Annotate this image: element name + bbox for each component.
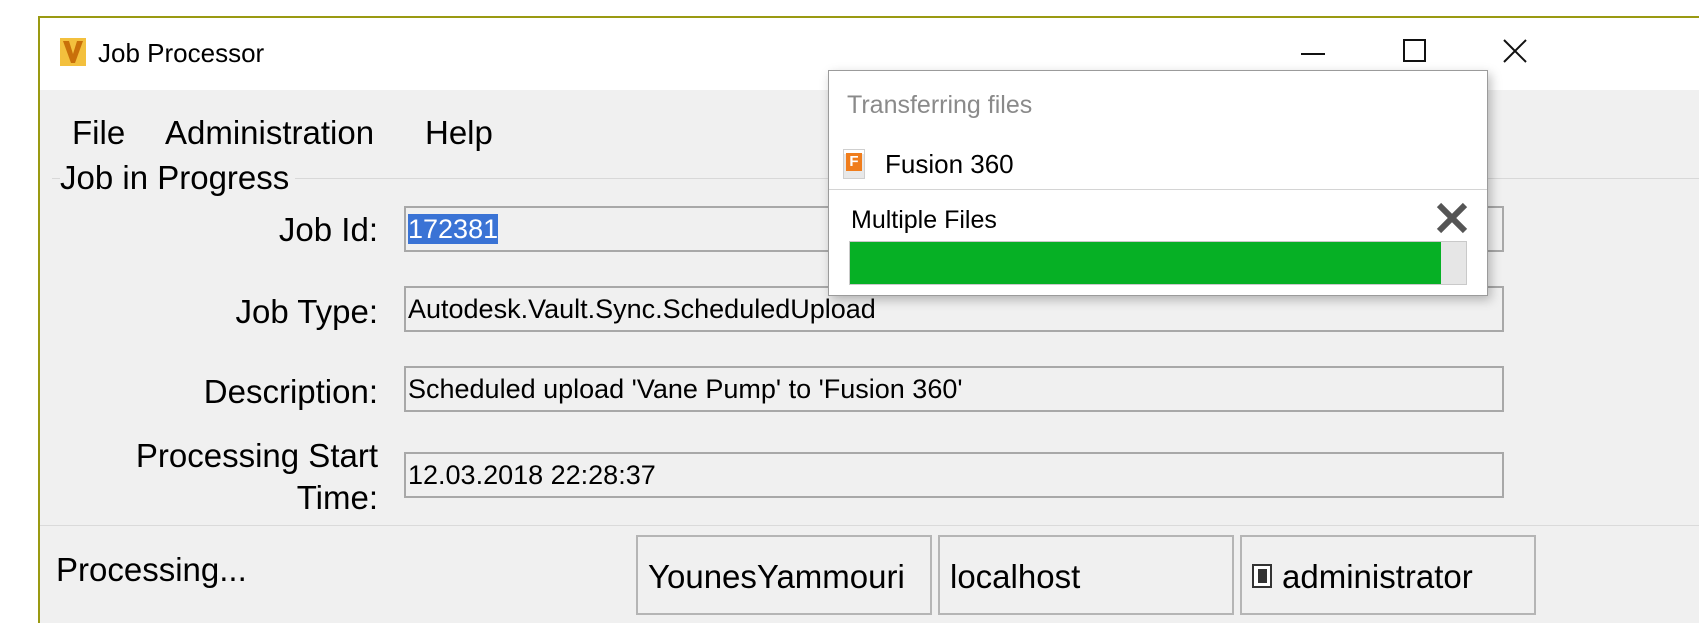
transfer-progress-bar xyxy=(849,241,1467,285)
processing-start-field[interactable]: 12.03.2018 22:28:37 xyxy=(404,452,1504,498)
job-id-value: 172381 xyxy=(408,214,499,244)
transfer-progress-fill xyxy=(850,242,1442,284)
close-icon xyxy=(1503,39,1527,63)
status-account-panel: administrator xyxy=(1240,535,1536,615)
menu-administration[interactable]: Administration xyxy=(165,114,374,152)
status-user: YounesYammouri xyxy=(648,558,905,595)
popup-divider xyxy=(829,189,1487,190)
transfer-popup: Transferring files F Fusion 360 Multiple… xyxy=(828,70,1488,296)
vault-app-icon xyxy=(60,38,86,66)
window-title: Job Processor xyxy=(98,38,265,68)
fusion-360-icon: F xyxy=(843,149,865,179)
status-user-panel: YounesYammouri xyxy=(636,535,932,615)
job-type-label: Job Type: xyxy=(235,293,379,330)
processing-start-label-line2: Time: xyxy=(296,479,378,516)
status-text: Processing... xyxy=(56,551,247,588)
cancel-transfer-button[interactable] xyxy=(1435,201,1469,235)
status-host-panel: localhost xyxy=(938,535,1234,615)
maximize-icon xyxy=(1403,39,1426,62)
menu-help[interactable]: Help xyxy=(425,114,493,152)
status-host: localhost xyxy=(950,558,1081,595)
menu-file[interactable]: File xyxy=(72,114,125,152)
transfer-file-label: Multiple Files xyxy=(851,206,997,234)
close-icon xyxy=(1436,202,1468,234)
job-id-label: Job Id: xyxy=(278,211,378,248)
transfer-heading: Transferring files xyxy=(847,91,1033,119)
transfer-app-name: Fusion 360 xyxy=(885,149,1014,179)
processing-start-label: Processing Start xyxy=(135,437,378,474)
description-label: Description: xyxy=(203,373,378,410)
vault-server-icon xyxy=(1252,559,1276,588)
minimize-icon xyxy=(1301,53,1325,55)
status-bar: Processing... YounesYammouri localhost a… xyxy=(40,525,1699,623)
description-field[interactable]: Scheduled upload 'Vane Pump' to 'Fusion … xyxy=(404,366,1504,412)
status-account: administrator xyxy=(1282,558,1473,595)
job-in-progress-label: Job in Progress xyxy=(60,158,296,198)
